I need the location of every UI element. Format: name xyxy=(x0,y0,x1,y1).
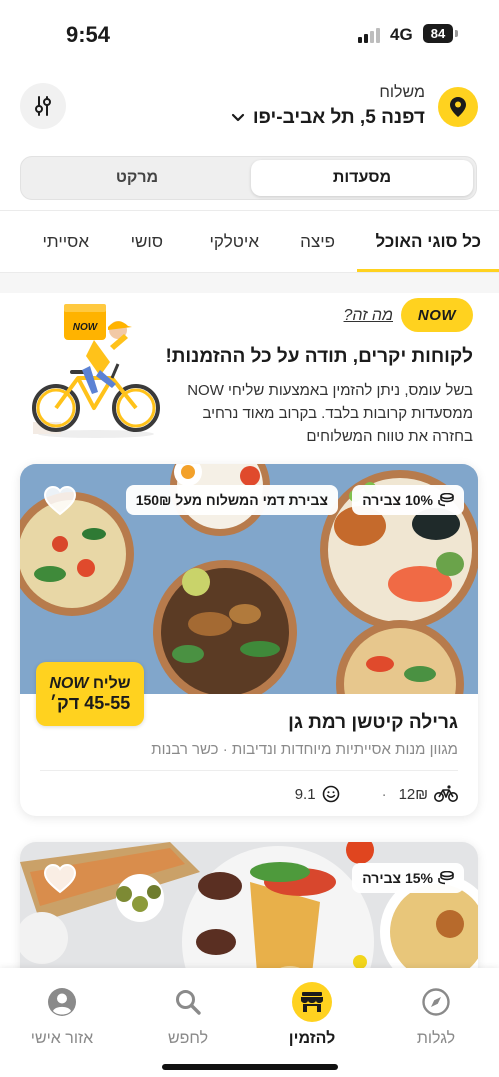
user-icon xyxy=(42,982,82,1022)
address-text: דפנה 5, תל אביב-יפו xyxy=(252,107,425,128)
location-pin-icon xyxy=(450,97,466,117)
compass-icon xyxy=(416,982,456,1022)
promo-title: לקוחות יקרים, תודה על כל ההזמנות! xyxy=(165,346,473,367)
home-indicator xyxy=(162,1064,338,1070)
coins-icon xyxy=(438,493,454,507)
now-delivery-line1: שליח NOW xyxy=(49,675,130,693)
now-delivery-badge: שליח NOW 45-55 דק׳ xyxy=(36,662,144,726)
divider xyxy=(40,770,458,771)
now-badge: NOW xyxy=(401,298,473,332)
rating: 9.1 xyxy=(295,785,340,803)
nav-order-label: להזמין xyxy=(288,1030,336,1047)
what-is-this-link[interactable]: מה זה? xyxy=(344,307,393,325)
store-icon xyxy=(292,982,332,1022)
nav-profile-label: אזור אישי xyxy=(30,1030,94,1047)
battery-tip xyxy=(455,30,458,37)
status-time: 9:54 xyxy=(66,22,111,47)
category-italian[interactable]: איטלקי xyxy=(210,232,259,252)
nav-discover[interactable]: לגלות xyxy=(386,982,486,1048)
location-pin-button[interactable] xyxy=(438,87,478,127)
tab-market[interactable]: מרקט xyxy=(24,160,250,196)
delivery-time: 45-55 דק׳ xyxy=(49,692,131,713)
rating-value: 9.1 xyxy=(294,785,316,803)
filter-button[interactable] xyxy=(20,83,66,129)
signal-icon xyxy=(358,28,380,43)
network-type: 4G xyxy=(390,25,413,44)
nav-search-label: לחפש xyxy=(167,1030,209,1047)
chevron-down-icon xyxy=(231,113,244,122)
bottom-navigation: לגלות להזמין לחפש אזור אישי xyxy=(0,968,499,1077)
address-selector[interactable]: דפנה 5, תל אביב-יפו xyxy=(231,107,425,129)
delivery-label: משלוח xyxy=(379,84,425,101)
category-all[interactable]: כל סוגי האוכל xyxy=(375,232,481,252)
tab-restaurants[interactable]: מסעדות xyxy=(251,160,473,196)
status-bar: 9:54 4G 84 xyxy=(0,0,499,60)
nav-discover-label: לגלות xyxy=(416,1030,456,1047)
section-spacer xyxy=(0,273,499,293)
restaurant-card[interactable]: 10% צבירה צבירת דמי המשלוח מעל 150₪ שליח… xyxy=(20,464,478,816)
search-icon xyxy=(168,982,208,1022)
restaurant-meta: 12₪ · 9.1 xyxy=(295,782,458,806)
points-badge-text: 15% צבירה xyxy=(362,870,433,886)
category-sushi[interactable]: סושי xyxy=(131,232,163,252)
heart-icon[interactable] xyxy=(44,486,76,516)
venue-type-switch: מרקט מסעדות xyxy=(20,156,477,200)
category-asian[interactable]: אסייתי xyxy=(43,232,89,252)
points-badge: 10% צבירה xyxy=(352,485,464,515)
svg-text:NOW: NOW xyxy=(73,322,99,333)
nav-search[interactable]: לחפש xyxy=(138,982,238,1048)
courier-illustration: NOW xyxy=(32,304,160,438)
promo-text: בשל עומס, ניתן להזמין באמצעות שליחי NOW … xyxy=(187,382,473,445)
restaurant-name: גרילה קיטשן רמת גן xyxy=(288,712,458,733)
battery-icon: 84 xyxy=(423,24,453,43)
bicycle-icon xyxy=(434,785,458,802)
now-delivery-brand: NOW xyxy=(49,674,89,692)
nav-order[interactable]: להזמין xyxy=(262,982,362,1048)
nav-profile[interactable]: אזור אישי xyxy=(12,982,112,1048)
offer-badge: צבירת דמי המשלוח מעל 150₪ xyxy=(125,485,338,515)
delivery-fee: 12₪ xyxy=(398,785,428,803)
category-tabs: כל סוגי האוכל פיצה איטלקי סושי אסייתי xyxy=(0,212,499,272)
offer-badge-text: צבירת דמי המשלוח מעל 150₪ xyxy=(135,492,328,508)
category-pizza[interactable]: פיצה xyxy=(300,232,335,252)
heart-icon[interactable] xyxy=(44,864,76,894)
meta-separator: · xyxy=(381,785,387,803)
now-delivery-courier-label: שליח xyxy=(92,674,131,692)
points-badge-text: 10% צבירה xyxy=(362,492,433,508)
points-badge: 15% צבירה xyxy=(352,863,464,893)
divider xyxy=(0,210,499,211)
sliders-icon xyxy=(35,96,51,116)
restaurant-description: מגוון מנות אסייתיות מיוחדות ונדיבות · כש… xyxy=(151,741,458,758)
coins-icon xyxy=(438,871,454,885)
smiley-icon xyxy=(322,785,339,803)
